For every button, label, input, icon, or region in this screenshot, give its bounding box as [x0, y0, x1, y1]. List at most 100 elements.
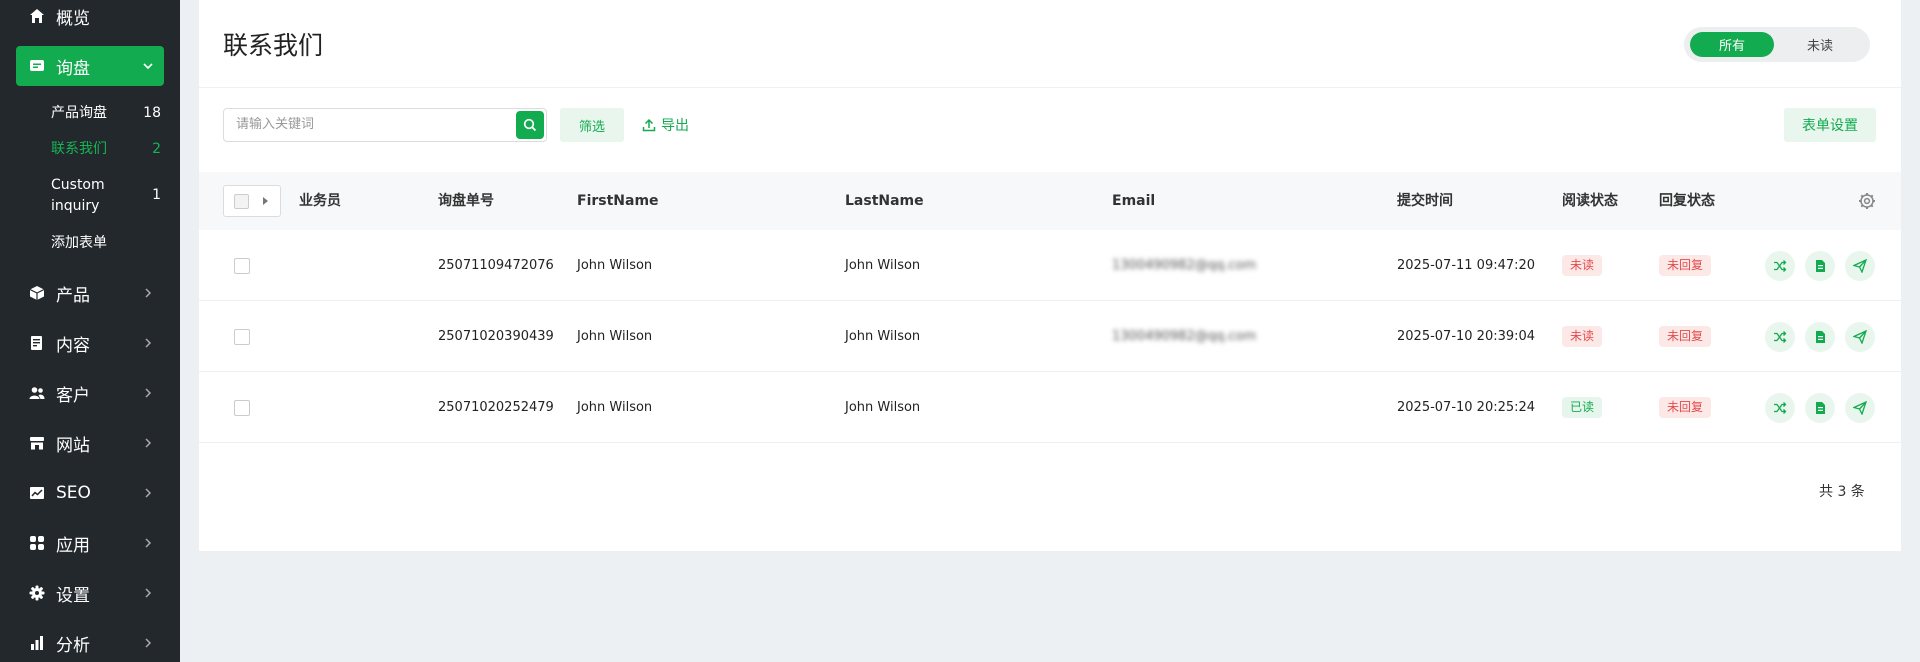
search-input[interactable]: [236, 117, 496, 132]
nav-label: SEO: [56, 483, 91, 503]
nav-label: 概览: [56, 8, 90, 29]
chevron-right-icon: [142, 636, 156, 650]
assign-button[interactable]: [1765, 393, 1795, 423]
chevron-right-icon: [142, 536, 156, 550]
chevron-right-icon: [142, 336, 156, 350]
chevron-down-icon: [142, 59, 156, 73]
cell-inquiry-no: 25071020252479: [438, 400, 554, 415]
caret-right-icon: [263, 197, 268, 205]
cell-submit-time: 2025-07-10 20:39:04: [1397, 329, 1536, 344]
cell-first-name: John Wilson: [577, 258, 653, 273]
row-checkbox[interactable]: [234, 329, 250, 345]
table-row[interactable]: 25071020390439 John Wilson John Wilson 1…: [199, 301, 1901, 372]
select-all-dropdown[interactable]: [223, 185, 281, 217]
nav-item-inquiry[interactable]: 询盘: [16, 46, 164, 86]
send-icon: [1853, 330, 1867, 344]
bar-chart-icon: [28, 634, 46, 652]
assign-button[interactable]: [1765, 251, 1795, 281]
reply-send-button[interactable]: [1845, 251, 1875, 281]
search-button[interactable]: [516, 111, 544, 139]
nav-label: 设置: [56, 585, 90, 606]
nav-label: 分析: [56, 635, 90, 656]
reply-send-button[interactable]: [1845, 393, 1875, 423]
total-count: 共 3 条: [1819, 484, 1865, 500]
col-reply-status: 回复状态: [1659, 193, 1715, 209]
toggle-unread[interactable]: 未读: [1778, 32, 1862, 57]
view-detail-button[interactable]: [1805, 251, 1835, 281]
sub-item-count: 1: [152, 187, 161, 203]
nav-item-customers[interactable]: 客户: [16, 373, 164, 413]
toggle-all[interactable]: 所有: [1690, 32, 1774, 57]
view-detail-button[interactable]: [1805, 322, 1835, 352]
reply-status-badge: 未回复: [1659, 397, 1712, 418]
nav-item-overview[interactable]: 概览: [16, 0, 164, 36]
assign-button[interactable]: [1765, 322, 1795, 352]
message-icon: [28, 57, 46, 75]
select-all-checkbox[interactable]: [234, 194, 249, 209]
nav-item-settings[interactable]: 设置: [16, 573, 164, 613]
sub-item-count: 18: [143, 105, 161, 121]
nav-item-product[interactable]: 产品: [16, 273, 164, 313]
sub-item-product-inquiry[interactable]: 产品询盘 18: [51, 103, 161, 124]
row-checkbox[interactable]: [234, 258, 250, 274]
table-row[interactable]: 25071020252479 John Wilson John Wilson 2…: [199, 372, 1901, 443]
shuffle-icon: [1773, 259, 1787, 273]
table-row[interactable]: 25071109472076 John Wilson John Wilson 1…: [199, 230, 1901, 301]
col-read-status: 阅读状态: [1562, 193, 1618, 209]
col-email: Email: [1112, 193, 1156, 209]
export-label: 导出: [661, 118, 689, 134]
chevron-right-icon: [142, 486, 156, 500]
cell-submit-time: 2025-07-10 20:25:24: [1397, 400, 1536, 415]
gear-icon: [28, 584, 46, 602]
nav-item-website[interactable]: 网站: [16, 423, 164, 463]
nav-item-content[interactable]: 内容: [16, 323, 164, 363]
shuffle-icon: [1773, 330, 1787, 344]
main-panel: 联系我们 所有 未读 筛选 导出 表单设置 业务员 询盘单号 FirstName…: [199, 0, 1901, 551]
search-box: [223, 108, 547, 142]
nav-label: 应用: [56, 535, 90, 556]
view-detail-button[interactable]: [1805, 393, 1835, 423]
col-submit-time: 提交时间: [1397, 193, 1453, 209]
cell-last-name: John Wilson: [845, 258, 921, 273]
nav-label: 客户: [56, 385, 90, 406]
sub-item-custom-inquiry[interactable]: Custom inquiry 1: [51, 175, 161, 217]
home-icon: [28, 7, 46, 25]
nav-item-seo[interactable]: SEO: [16, 473, 164, 513]
document-icon: [28, 334, 46, 352]
sub-item-label: 联系我们: [51, 141, 107, 157]
document-icon: [1813, 330, 1827, 344]
cell-last-name: John Wilson: [845, 400, 921, 415]
cell-email: 1300490982@qq.com: [1112, 329, 1257, 344]
export-button[interactable]: 导出: [642, 108, 689, 142]
cell-inquiry-no: 25071109472076: [438, 258, 554, 273]
page-title: 联系我们: [223, 31, 324, 60]
column-settings-gear-icon[interactable]: [1858, 192, 1876, 210]
col-salesperson: 业务员: [299, 193, 341, 209]
send-icon: [1853, 401, 1867, 415]
nav-label: 网站: [56, 435, 90, 456]
table-header: 业务员 询盘单号 FirstName LastName Email 提交时间 阅…: [199, 172, 1901, 230]
cell-submit-time: 2025-07-11 09:47:20: [1397, 258, 1536, 273]
filter-button[interactable]: 筛选: [560, 108, 624, 142]
shuffle-icon: [1773, 401, 1787, 415]
nav-item-analytics[interactable]: 分析: [16, 623, 164, 662]
form-settings-button[interactable]: 表单设置: [1784, 108, 1876, 142]
cell-first-name: John Wilson: [577, 329, 653, 344]
cell-inquiry-no: 25071020390439: [438, 329, 554, 344]
sub-item-contact-us[interactable]: 联系我们 2: [51, 139, 161, 160]
sub-item-add-form[interactable]: 添加表单: [51, 233, 161, 254]
reply-send-button[interactable]: [1845, 322, 1875, 352]
upload-icon: [642, 118, 656, 132]
chevron-right-icon: [142, 386, 156, 400]
sub-item-label: Custom inquiry: [51, 177, 105, 214]
apps-icon: [28, 534, 46, 552]
read-filter-toggle: 所有 未读: [1684, 27, 1870, 62]
read-status-badge: 已读: [1562, 397, 1603, 418]
nav-label: 产品: [56, 285, 90, 306]
nav-item-apps[interactable]: 应用: [16, 523, 164, 563]
row-checkbox[interactable]: [234, 400, 250, 416]
sidebar: 概览 询盘 产品询盘 18 联系我们 2 Custom inquiry 1 添加…: [0, 0, 180, 662]
sub-item-count: 2: [152, 141, 161, 157]
col-last-name: LastName: [845, 193, 924, 209]
sub-item-label: 产品询盘: [51, 105, 107, 121]
